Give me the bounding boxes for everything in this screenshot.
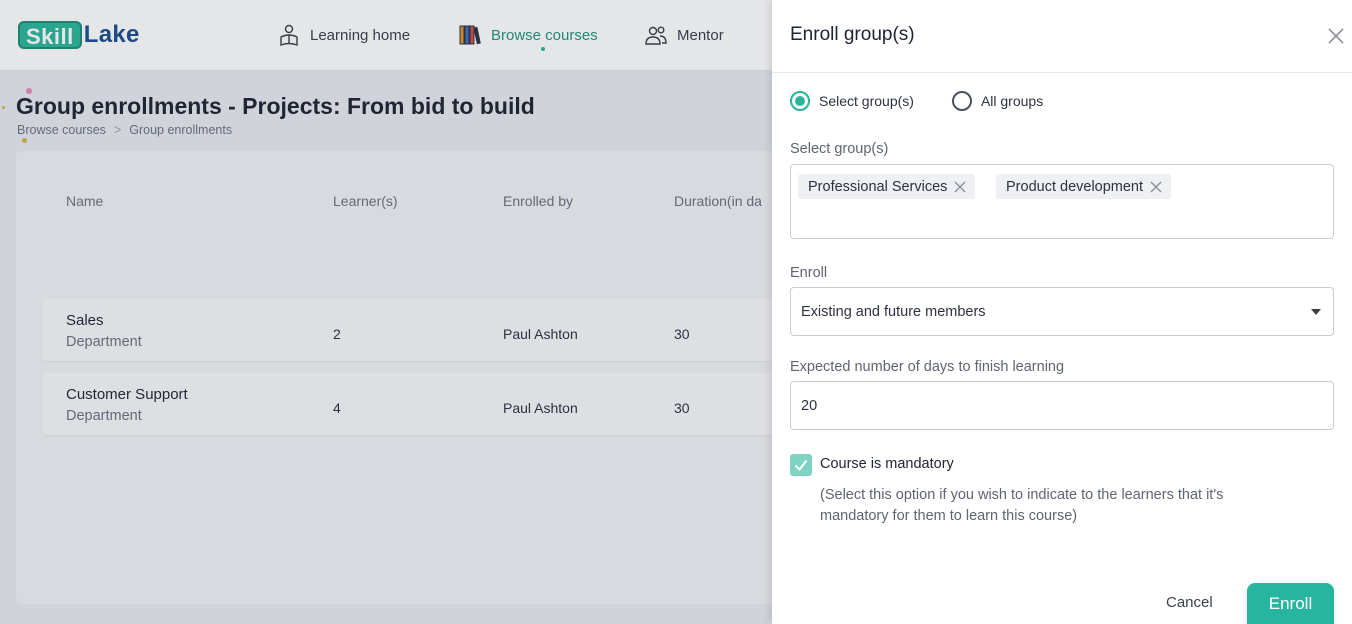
days-label: Expected number of days to finish learni…: [790, 359, 1065, 375]
enroll-label: Enroll: [790, 265, 828, 281]
radio-button-unselected[interactable]: [951, 91, 972, 111]
groups-multiselect[interactable]: Professional Services Product developmen…: [790, 164, 1334, 239]
checkmark-icon: [794, 459, 808, 472]
caret-down-icon: [1311, 309, 1321, 315]
mandatory-help-text: (Select this option if you wish to indic…: [820, 487, 1224, 524]
remove-chip-icon[interactable]: [953, 180, 967, 194]
radio-select-groups[interactable]: Select group(s): [790, 91, 914, 111]
panel-header: Enroll group(s): [772, 0, 1352, 73]
group-chip: Professional Services: [798, 174, 976, 199]
cancel-button[interactable]: Cancel: [1166, 594, 1213, 611]
mandatory-checkbox[interactable]: [790, 454, 812, 476]
group-chip: Product development: [996, 174, 1172, 199]
close-icon[interactable]: [1328, 28, 1344, 44]
enroll-button[interactable]: Enroll: [1247, 583, 1334, 624]
remove-chip-icon[interactable]: [1149, 180, 1163, 194]
panel-title: Enroll group(s): [790, 24, 915, 45]
enroll-groups-panel: Enroll group(s) Select group(s) All grou…: [772, 0, 1352, 624]
enroll-members-select[interactable]: Existing and future members: [790, 287, 1334, 336]
modal-backdrop[interactable]: [0, 0, 772, 624]
radio-all-groups[interactable]: All groups: [951, 91, 1044, 111]
radio-all-groups-label: All groups: [980, 93, 1044, 109]
radio-button-selected[interactable]: [790, 91, 810, 111]
select-groups-label: Select group(s): [790, 141, 889, 157]
days-input[interactable]: 20: [790, 381, 1334, 430]
group-scope-radio-group: Select group(s) All groups: [790, 91, 1043, 111]
radio-select-groups-label: Select group(s): [819, 93, 914, 109]
days-value: 20: [801, 397, 818, 414]
group-chip-label: Professional Services: [808, 178, 948, 195]
enroll-members-value: Existing and future members: [801, 303, 986, 320]
mandatory-label: Course is mandatory: [820, 456, 954, 472]
group-chip-label: Product development: [1006, 178, 1144, 195]
